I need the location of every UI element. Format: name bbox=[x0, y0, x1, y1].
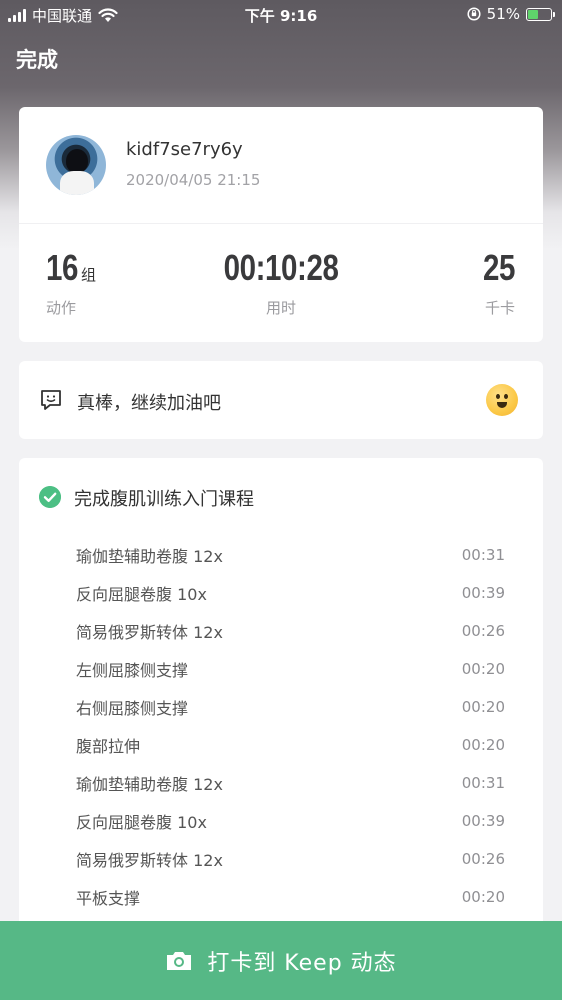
exercise-duration: 00:20 bbox=[461, 736, 505, 754]
course-title: 完成腹肌训练入门课程 bbox=[74, 489, 254, 510]
exercise-duration: 00:39 bbox=[461, 812, 505, 830]
done-button[interactable]: 完成 bbox=[16, 44, 58, 74]
exercise-duration: 00:31 bbox=[461, 774, 505, 792]
exercise-name: 左侧屈膝侧支撑 bbox=[76, 661, 189, 680]
stat-calories-label: 千卡 bbox=[484, 299, 515, 317]
stat-duration: 00:10:28 用时 bbox=[19, 247, 543, 318]
nav-bar: 完成 bbox=[0, 30, 562, 86]
exercise-row[interactable]: 反向屈腿卷腹 10x 00:39 bbox=[76, 802, 505, 840]
status-bar: 中国联通 下午 9:16 51% bbox=[0, 0, 562, 30]
exercise-duration: 00:31 bbox=[461, 546, 505, 564]
exercise-name: 平板支撑 bbox=[76, 889, 141, 908]
exercise-row[interactable]: 右侧屈膝侧支撑 00:20 bbox=[76, 688, 505, 726]
smiley-emoji-icon bbox=[486, 384, 518, 416]
exercise-duration: 00:20 bbox=[461, 698, 505, 716]
camera-icon bbox=[167, 951, 192, 970]
battery-fill bbox=[528, 9, 539, 19]
exercise-duration: 00:26 bbox=[461, 622, 505, 640]
exercise-name: 瑜伽垫辅助卷腹 12x bbox=[76, 547, 223, 566]
workout-datetime: 2020/04/05 21:15 bbox=[126, 171, 261, 189]
exercise-row[interactable]: 简易俄罗斯转体 12x 00:26 bbox=[76, 612, 505, 650]
chat-smile-icon bbox=[41, 390, 61, 410]
avatar[interactable] bbox=[46, 135, 106, 195]
checkin-button[interactable]: 打卡到 Keep 动态 bbox=[0, 921, 562, 1000]
battery-icon bbox=[526, 7, 555, 21]
exercise-name: 简易俄罗斯转体 12x bbox=[76, 851, 223, 870]
exercise-name: 简易俄罗斯转体 12x bbox=[76, 623, 223, 642]
orientation-lock-icon bbox=[467, 7, 481, 21]
exercise-name: 腹部拉伸 bbox=[76, 737, 141, 756]
course-card: 完成腹肌训练入门课程 瑜伽垫辅助卷腹 12x 00:31 反向屈腿卷腹 10x … bbox=[19, 458, 543, 928]
avatar-shoulder bbox=[60, 171, 94, 195]
checkin-label: 打卡到 Keep 动态 bbox=[207, 950, 397, 976]
avatar-head bbox=[66, 149, 88, 173]
exercise-duration: 00:39 bbox=[461, 584, 505, 602]
divider bbox=[19, 223, 543, 224]
battery-percent: 51% bbox=[486, 5, 520, 23]
exercise-duration: 00:20 bbox=[461, 888, 505, 906]
cheer-text: 真棒，继续加油吧 bbox=[77, 393, 221, 414]
cheer-card: 真棒，继续加油吧 bbox=[19, 361, 543, 439]
stat-duration-value: 00:10:28 bbox=[223, 247, 339, 288]
stat-duration-label: 用时 bbox=[265, 299, 296, 317]
exercise-row[interactable]: 平板支撑 00:20 bbox=[76, 878, 505, 916]
summary-card: kidf7se7ry6y 2020/04/05 21:15 16 组 动作 00:… bbox=[19, 107, 543, 342]
exercise-name: 反向屈腿卷腹 10x bbox=[76, 813, 207, 832]
exercise-row[interactable]: 瑜伽垫辅助卷腹 12x 00:31 bbox=[76, 536, 505, 574]
exercise-row[interactable]: 腹部拉伸 00:20 bbox=[76, 726, 505, 764]
exercise-row[interactable]: 瑜伽垫辅助卷腹 12x 00:31 bbox=[76, 764, 505, 802]
username: kidf7se7ry6y bbox=[126, 139, 243, 160]
exercise-duration: 00:26 bbox=[461, 850, 505, 868]
exercise-name: 瑜伽垫辅助卷腹 12x bbox=[76, 775, 223, 794]
stat-calories-value: 25 bbox=[482, 247, 515, 288]
exercise-name: 反向屈腿卷腹 10x bbox=[76, 585, 207, 604]
status-right: 51% bbox=[467, 5, 555, 23]
exercise-duration: 00:20 bbox=[461, 660, 505, 678]
stat-calories: 25 千卡 bbox=[476, 247, 515, 318]
check-circle-icon bbox=[39, 486, 61, 508]
exercise-row[interactable]: 反向屈腿卷腹 10x 00:39 bbox=[76, 574, 505, 612]
exercise-row[interactable]: 简易俄罗斯转体 12x 00:26 bbox=[76, 840, 505, 878]
exercise-list: 瑜伽垫辅助卷腹 12x 00:31 反向屈腿卷腹 10x 00:39 简易俄罗斯… bbox=[76, 536, 505, 916]
exercise-row[interactable]: 左侧屈膝侧支撑 00:20 bbox=[76, 650, 505, 688]
exercise-name: 右侧屈膝侧支撑 bbox=[76, 699, 189, 718]
